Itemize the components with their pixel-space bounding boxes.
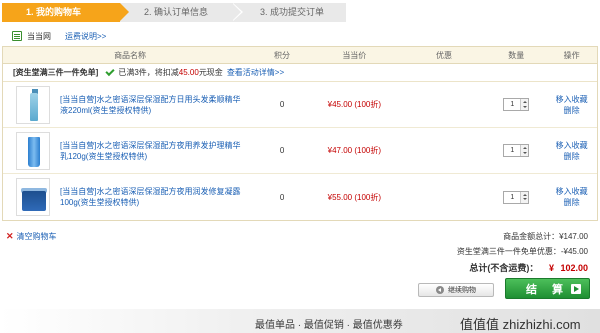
promotion-amount: 45.00 [178, 68, 199, 77]
product-cell: [当当自营]水之密语深层保湿配方日用头发柔顺精华液220ml(资生堂授权特供) [3, 85, 257, 124]
quantity-cell: 1 [486, 144, 546, 157]
quantity-stepper[interactable]: 1 [503, 190, 530, 204]
shop-header: 当当网 运费说明>> [12, 30, 106, 42]
quantity-cell: 1 [486, 190, 546, 204]
delete-item-link[interactable]: 删除 [546, 105, 597, 116]
header-quantity: 数量 [508, 51, 525, 60]
delete-item-link[interactable]: 删除 [546, 151, 597, 162]
quantity-down-icon[interactable] [521, 197, 528, 203]
move-to-favorites-link[interactable]: 移入收藏 [546, 94, 597, 105]
shipping-info-link[interactable]: 运费说明>> [65, 31, 106, 42]
product-points: 0 [279, 100, 285, 109]
operation-cell: 移入收藏 删除 [546, 186, 597, 208]
product-image[interactable] [16, 178, 50, 216]
cart-table: 商品名称 积分 当当价 优惠 数量 操作 [资生堂满三件一件免单] 已满3件，将… [2, 46, 598, 221]
checkout-label: 结 算 [525, 283, 570, 296]
product-cell: [当当自营]水之密语深层保湿配方夜用养发护理精华乳120g(资生堂授权特供) [3, 131, 257, 170]
product-name-link[interactable]: [当当自营]水之密语深层保湿配方夜用养发护理精华乳120g(资生堂授权特供) [60, 140, 248, 162]
operation-cell: 移入收藏 删除 [546, 140, 597, 162]
cart-table-header: 商品名称 积分 当当价 优惠 数量 操作 [3, 47, 597, 64]
product-price: ¥55.00 (100折) [327, 192, 382, 202]
product-price: ¥47.00 (100折) [327, 146, 382, 155]
quantity-stepper[interactable]: 1 [503, 144, 530, 157]
product-cell: [当当自营]水之密语深层保湿配方夜用润发修复凝露100g(资生堂授权特供) [3, 178, 257, 216]
step-cart: 1. 我的购物车 [2, 3, 129, 22]
watermark-tags: 最值单品 · 最值促销 · 最值优惠券 [255, 320, 403, 331]
total-value: 102.00 [560, 263, 588, 273]
operation-cell: 移入收藏 删除 [546, 94, 597, 116]
checkout-steps: 1. 我的购物车 2. 确认订单信息 3. 成功提交订单 [2, 3, 346, 22]
product-points: 0 [279, 192, 285, 202]
watermark-banner: 最值单品 · 最值促销 · 最值优惠券 值值值 zhizhizhi.com [0, 309, 600, 333]
product-name-link[interactable]: [当当自营]水之密语深层保湿配方日用头发柔顺精华液220ml(资生堂授权特供) [60, 94, 248, 116]
promotion-text-after: 元现金 [198, 68, 223, 77]
close-icon: ✕ [6, 231, 14, 241]
quantity-value[interactable]: 1 [504, 99, 520, 110]
move-to-favorites-link[interactable]: 移入收藏 [546, 140, 597, 151]
header-product-name: 商品名称 [114, 51, 147, 60]
header-points: 积分 [274, 51, 291, 60]
product-image[interactable] [16, 131, 50, 170]
back-arrow-icon [436, 286, 444, 294]
clear-cart-label: 清空购物车 [16, 232, 57, 241]
product-price: ¥45.00 (100折) [327, 100, 382, 109]
total-label: 总计(不含运费)： [469, 263, 539, 273]
header-promo: 优惠 [436, 51, 453, 60]
header-operation: 操作 [563, 51, 580, 60]
play-arrow-icon [571, 284, 581, 294]
product-name-link[interactable]: [当当自营]水之密语深层保湿配方夜用润发修复凝露100g(资生堂授权特供) [60, 186, 248, 208]
promotion-text-before: 已满3件，将扣减 [118, 68, 179, 77]
move-to-favorites-link[interactable]: 移入收藏 [546, 186, 597, 197]
clear-cart-link[interactable]: ✕ 清空购物车 [6, 231, 57, 242]
quantity-down-icon[interactable] [521, 151, 528, 157]
product-points: 0 [279, 146, 285, 155]
step-submit-order: 3. 成功提交订单 [232, 3, 346, 22]
continue-shopping-label: 继续购物 [448, 287, 476, 294]
discount-line: 资生堂满三件一件免单优惠：-¥45.00 [456, 247, 588, 256]
cart-item-row: [当当自营]水之密语深层保湿配方日用头发柔顺精华液220ml(资生堂授权特供) … [3, 82, 597, 128]
total-currency: ¥ [548, 263, 554, 273]
step-confirm-order: 2. 确认订单信息 [120, 3, 243, 22]
promotion-title: [资生堂满三件一件免单] [13, 68, 99, 77]
shop-name: 当当网 [27, 31, 51, 41]
delete-item-link[interactable]: 删除 [546, 197, 597, 208]
tube-icon [28, 136, 40, 167]
quantity-cell: 1 [486, 98, 546, 111]
continue-shopping-button[interactable]: 继续购物 [418, 283, 494, 297]
quantity-stepper[interactable]: 1 [503, 98, 530, 111]
watermark-brand: 值值值 zhizhizhi.com [460, 317, 581, 332]
store-list-icon [12, 31, 22, 41]
promotion-row: [资生堂满三件一件免单] 已满3件，将扣减 45.00 元现金 查看活动详情>> [3, 64, 597, 82]
promotion-details-link[interactable]: 查看活动详情>> [227, 67, 284, 78]
quantity-value[interactable]: 1 [504, 145, 520, 156]
cart-item-row: [当当自营]水之密语深层保湿配方夜用养发护理精华乳120g(资生堂授权特供) 0… [3, 128, 597, 174]
header-price: 当当价 [342, 51, 367, 60]
product-image[interactable] [16, 85, 50, 124]
subtotal: 商品金额总计：¥147.00 [503, 232, 588, 241]
checkout-button[interactable]: 结 算 [505, 278, 590, 299]
quantity-value[interactable]: 1 [504, 192, 520, 203]
check-icon [105, 66, 115, 77]
quantity-down-icon[interactable] [521, 105, 528, 111]
order-total: 总计(不含运费)： ¥ 102.00 [469, 261, 588, 274]
cart-item-row: [当当自营]水之密语深层保湿配方夜用润发修复凝露100g(资生堂授权特供) 0 … [3, 174, 597, 220]
